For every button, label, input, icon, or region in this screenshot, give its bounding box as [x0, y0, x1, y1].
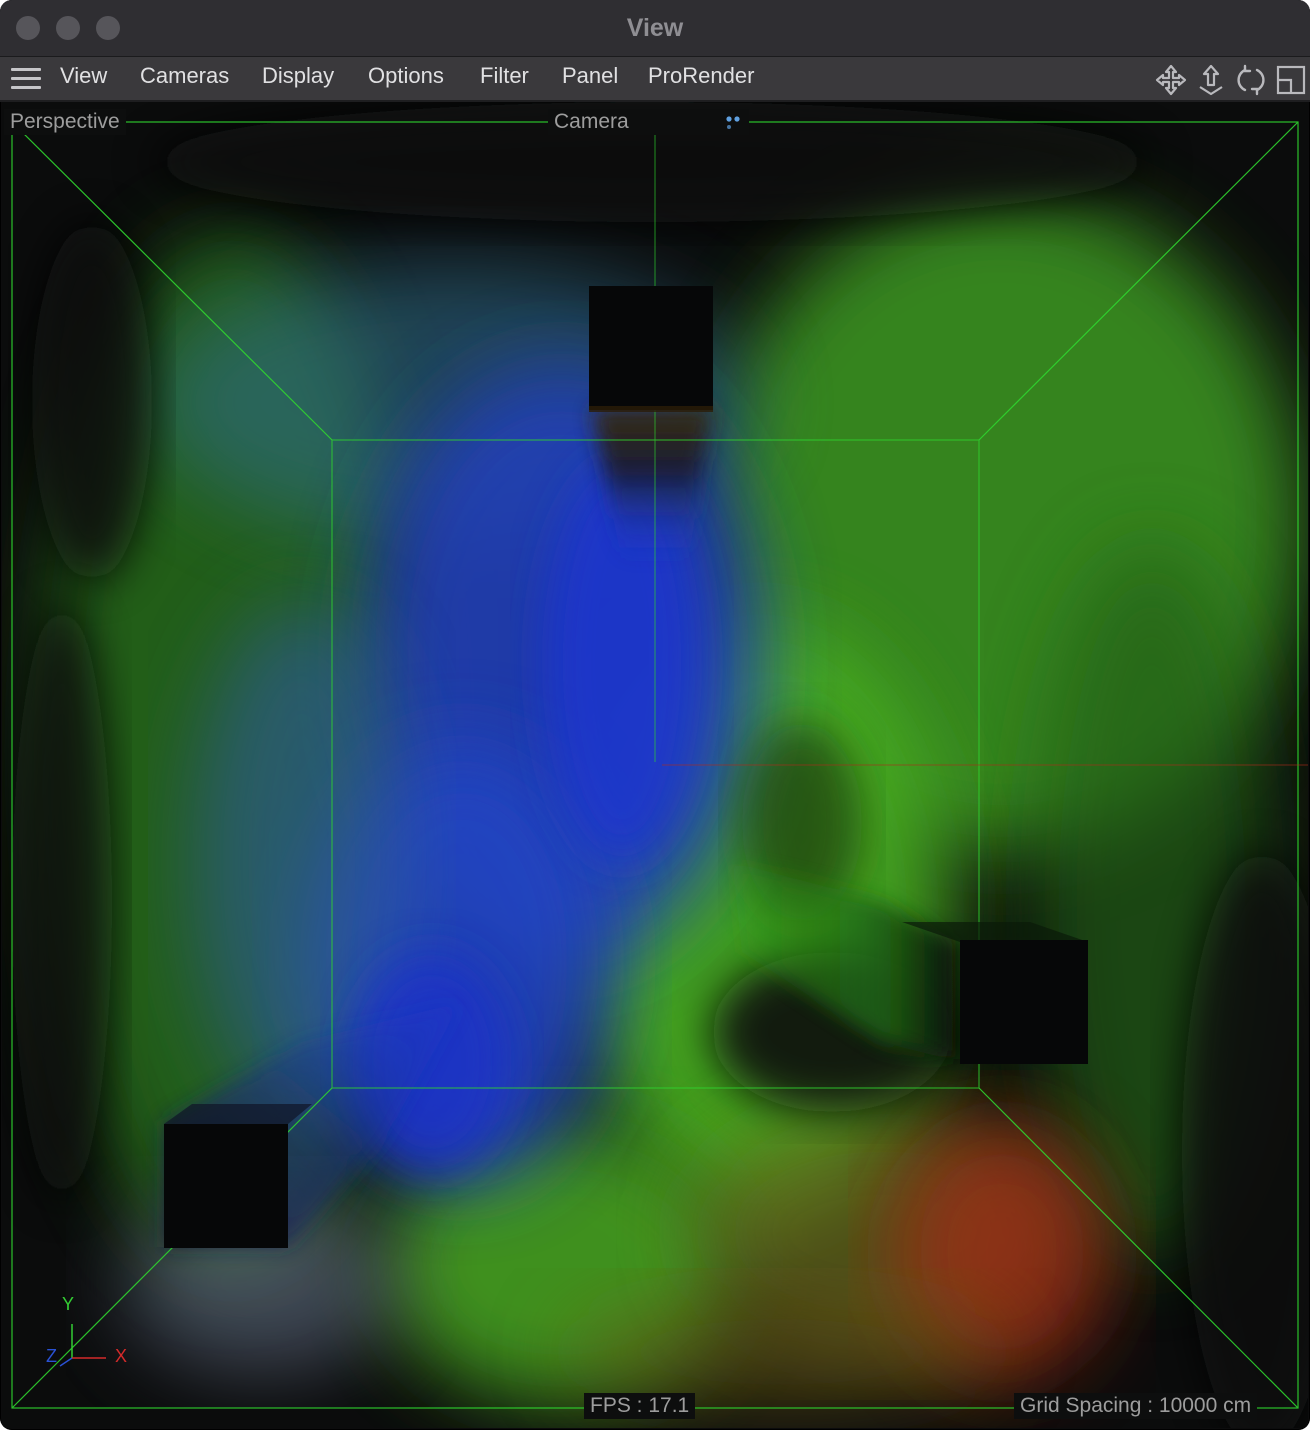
menu-panel[interactable]: Panel [562, 57, 618, 100]
view-window: View View Cameras Display Options Filter… [0, 0, 1310, 1430]
menu-view[interactable]: View [60, 57, 107, 100]
emitter-top[interactable] [589, 286, 713, 412]
window-title: View [626, 14, 684, 42]
axis-y-label: Y [62, 1294, 75, 1314]
dolly-icon[interactable] [1194, 63, 1228, 97]
camera-label[interactable]: Camera [548, 109, 749, 135]
move-icon[interactable] [1154, 63, 1188, 97]
rotate-icon[interactable] [1234, 63, 1268, 97]
viewport-menu-bar: View Cameras Display Options Filter Pane… [0, 57, 1310, 102]
menu-filter[interactable]: Filter [480, 57, 529, 100]
axis-x-label: X [115, 1346, 128, 1366]
fps-readout: FPS : 17.1 [584, 1393, 696, 1419]
menu-cameras[interactable]: Cameras [140, 57, 229, 100]
grid-spacing-readout: Grid Spacing : 10000 cm [1014, 1393, 1258, 1419]
projection-label[interactable]: Perspective [4, 109, 126, 135]
3d-viewport[interactable]: Perspective Camera FPS : 17.1 Grid Spaci… [2, 102, 1308, 1428]
title-bar[interactable]: View [0, 0, 1310, 57]
hamburger-menu-icon[interactable] [11, 68, 41, 90]
menu-prorender[interactable]: ProRender [648, 57, 754, 100]
camera-target-icon[interactable] [722, 111, 744, 133]
maximize-view-icon[interactable] [1274, 63, 1308, 97]
menu-options[interactable]: Options [368, 57, 444, 100]
axis-z-label: Z [46, 1346, 57, 1366]
menu-display[interactable]: Display [262, 57, 334, 100]
viewport-scene [2, 102, 1308, 1428]
